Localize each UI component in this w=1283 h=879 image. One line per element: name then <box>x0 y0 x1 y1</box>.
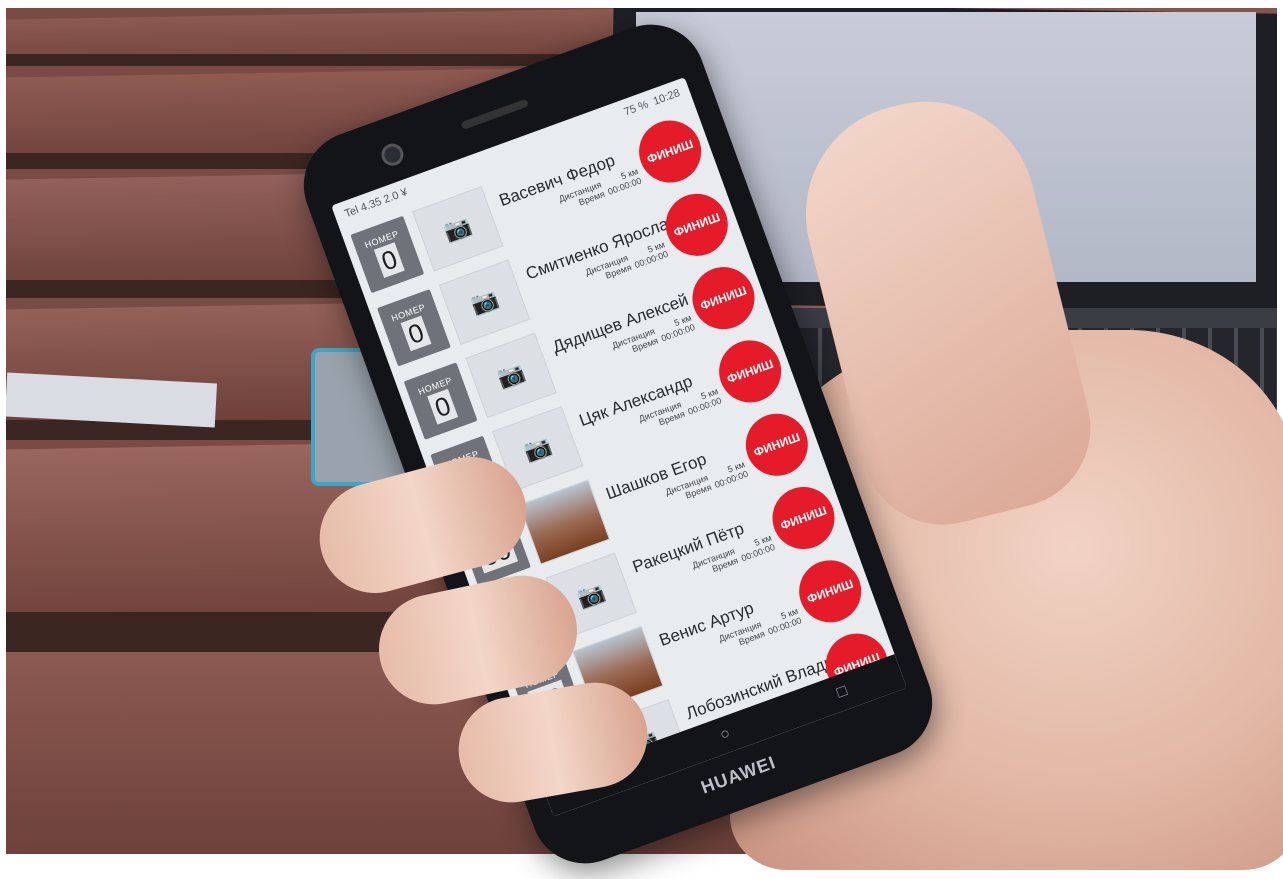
bib-number: 0 <box>373 242 406 279</box>
bib-number-box: НОМЕР 0 <box>377 289 451 367</box>
finish-button[interactable]: ФИНИШ <box>657 185 737 265</box>
finish-button[interactable]: ФИНИШ <box>683 258 764 338</box>
bib-number-box: НОМЕР 0 <box>403 362 478 440</box>
finish-button[interactable]: ФИНИШ <box>710 331 790 412</box>
finish-button[interactable]: ФИНИШ <box>763 478 844 558</box>
bib-number: 0 <box>426 388 459 425</box>
finish-button[interactable]: ФИНИШ <box>790 551 870 632</box>
bib-number: 0 <box>400 315 432 352</box>
home-icon[interactable]: ○ <box>718 725 733 745</box>
finish-button[interactable]: ФИНИШ <box>737 404 817 485</box>
clock: 10:28 <box>651 87 682 108</box>
battery-level: 75 % <box>622 98 651 119</box>
recent-apps-icon[interactable]: □ <box>835 682 850 702</box>
bib-number-box: НОМЕР 0 <box>350 215 425 294</box>
finish-button[interactable]: ФИНИШ <box>630 111 710 192</box>
